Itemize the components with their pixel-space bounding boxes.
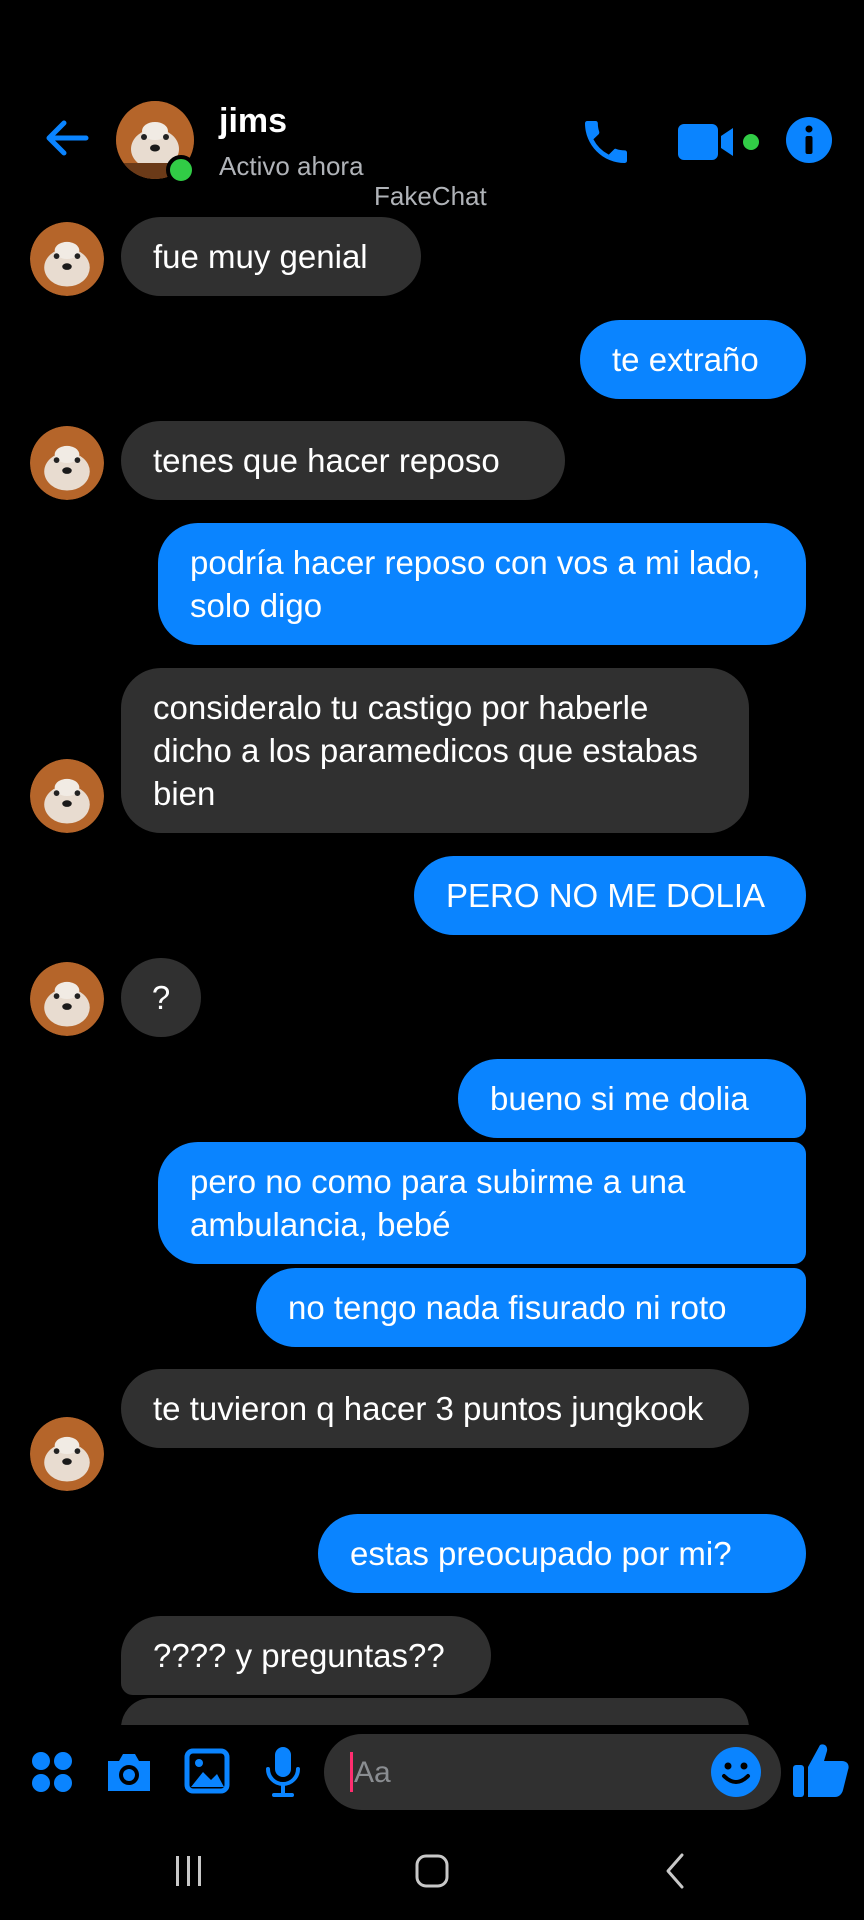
sender-avatar[interactable] [30,759,104,833]
fox-avatar-image [30,222,104,296]
info-icon [786,117,832,163]
fox-avatar-image [30,759,104,833]
message-outgoing[interactable]: estas preocupado por mi? [318,1514,806,1593]
back-button[interactable] [40,112,92,164]
voice-clip-button[interactable] [264,1745,302,1799]
thumbs-up-icon [793,1744,849,1797]
recent-apps-button[interactable] [168,1853,210,1889]
fox-avatar-image [30,962,104,1036]
system-back-button[interactable] [660,1851,692,1891]
sender-avatar[interactable] [30,1417,104,1491]
back-arrow-icon [46,120,89,156]
fox-avatar-image [30,1417,104,1491]
fox-avatar-image [30,426,104,500]
video-call-button[interactable] [676,120,766,164]
sender-avatar[interactable] [30,222,104,296]
message-outgoing[interactable]: no tengo nada fisurado ni roto [256,1268,806,1347]
message-outgoing[interactable]: pero no como para subirme a una ambulanc… [158,1142,806,1264]
back-icon [666,1853,684,1889]
system-navigation-bar [0,1825,864,1920]
message-outgoing[interactable]: PERO NO ME DOLIA [414,856,806,935]
gallery-icon [184,1748,230,1794]
sender-avatar[interactable] [30,426,104,500]
chat-header: jims Activo ahora FakeChat [0,0,864,211]
home-button[interactable] [408,1851,456,1891]
camera-icon [108,1754,150,1791]
camera-button[interactable] [104,1749,154,1795]
recent-apps-icon [176,1856,201,1886]
emoji-icon [711,1747,761,1797]
message-incoming[interactable]: ???? y preguntas?? [121,1616,491,1695]
message-outgoing[interactable]: te extraño [580,320,806,399]
contact-status: Activo ahora [219,151,364,181]
watermark-label: FakeChat [374,181,487,211]
message-input[interactable] [352,1734,686,1812]
online-status-dot [166,155,196,185]
apps-grid-icon [32,1752,72,1792]
message-composer [0,1725,864,1825]
message-outgoing[interactable]: podría hacer reposo con vos a mi lado, s… [158,523,806,645]
message-incoming-partial[interactable] [121,1698,749,1725]
emoji-button[interactable] [710,1746,762,1798]
message-incoming[interactable]: consideralo tu castigo por haberle dicho… [121,668,749,833]
message-outgoing[interactable]: bueno si me dolia [458,1059,806,1138]
message-incoming[interactable]: te tuvieron q hacer 3 puntos jungkook [121,1369,749,1448]
like-button[interactable] [790,1739,852,1801]
apps-button[interactable] [30,1750,74,1794]
voice-call-button[interactable] [578,114,634,170]
phone-icon [585,121,627,163]
message-incoming[interactable]: tenes que hacer reposo [121,421,565,500]
microphone-icon [266,1747,300,1797]
contact-name[interactable]: jims [219,102,287,141]
gallery-button[interactable] [184,1748,230,1794]
home-icon [415,1854,449,1888]
message-thread[interactable]: fue muy genial te extraño tenes que hace… [0,210,864,1725]
sender-avatar[interactable] [30,962,104,1036]
message-input-container[interactable] [324,1734,781,1812]
info-button[interactable] [784,115,834,165]
message-incoming[interactable]: ? [121,958,201,1037]
message-incoming[interactable]: fue muy genial [121,217,421,296]
video-camera-icon [678,124,759,160]
